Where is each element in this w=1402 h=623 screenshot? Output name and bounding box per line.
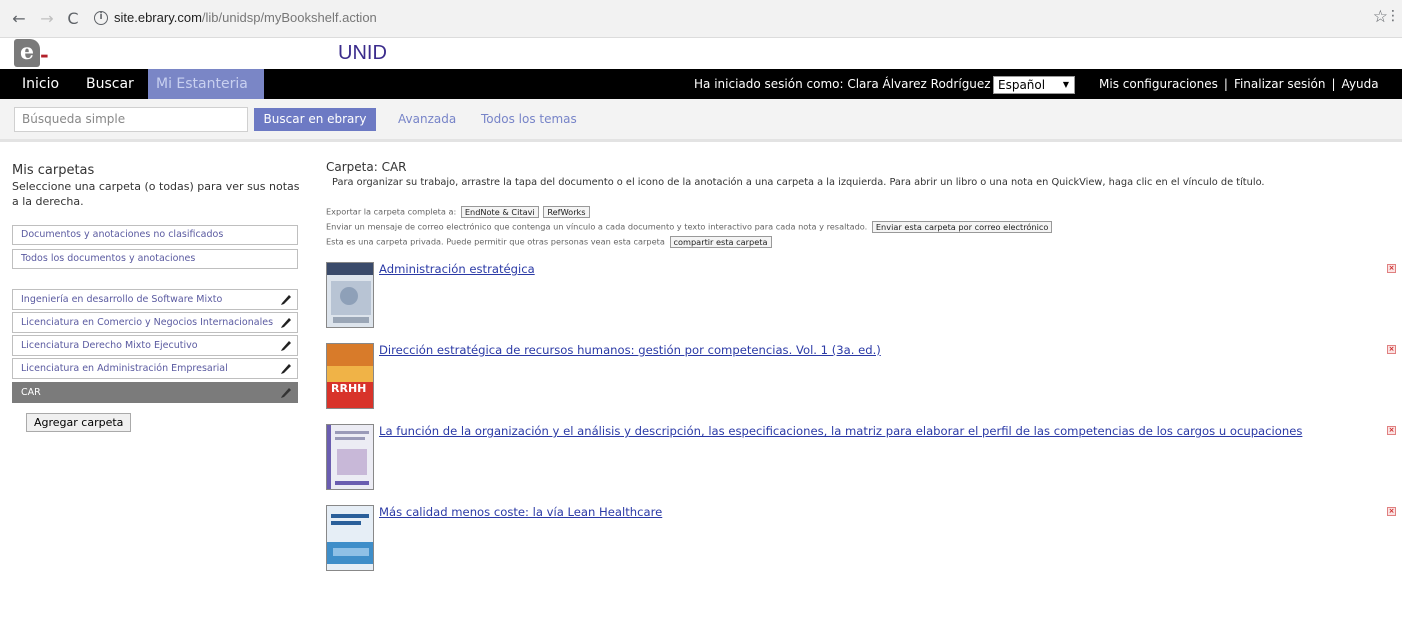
address-bar[interactable]: i site.ebrary.com/lib/unidsp/myBookshelf… [88,7,1388,31]
site-header: e -libro UNID [0,38,1402,92]
email-folder-button[interactable]: Enviar esta carpeta por correo electróni… [871,221,1053,233]
forward-arrow-icon[interactable]: → [38,9,56,29]
search-input[interactable]: Búsqueda simple [14,107,248,132]
back-arrow-icon[interactable]: ← [10,9,28,29]
sidebar-description: Seleccione una carpeta (o todas) para ve… [12,180,300,208]
logged-in-as: Ha iniciado sesión como: Clara Álvarez R… [694,77,991,91]
folder-title: Carpeta: CAR [326,160,407,174]
language-value: Español [998,78,1046,92]
folder-label: Licenciatura en Comercio y Negocios Inte… [21,317,274,328]
delete-icon[interactable]: × [1387,507,1396,516]
tab-buscar[interactable]: Buscar [78,69,142,99]
share-folder-button[interactable]: compartir esta carpeta [669,236,772,248]
dropdown-arrow-icon: ▼ [1062,80,1069,89]
private-text: Esta es una carpeta privada. Puede permi… [326,236,665,247]
logout-link[interactable]: Finalizar sesión [1234,77,1326,91]
advanced-search-link[interactable]: Avanzada [398,108,456,131]
document-title-link[interactable]: Administración estratégica [379,262,535,276]
pencil-icon[interactable] [279,385,293,399]
url-host: site.ebrary.com [114,10,202,25]
language-select[interactable]: Español ▼ [993,76,1075,94]
main-nav: Inicio Buscar Mi Estanteria Ha iniciado … [0,69,1402,99]
elibro-logo[interactable]: e -libro [14,39,96,92]
email-text: Enviar un mensaje de correo electrónico … [326,221,868,232]
export-text: Exportar la carpeta completa a: [326,206,457,217]
pencil-icon[interactable] [279,292,293,306]
folder-unclassified[interactable]: Documentos y anotaciones no clasificados [12,225,298,245]
document-item: Más calidad menos coste: la vía Lean Hea… [326,505,1396,575]
sidebar-title: Mis carpetas [12,163,95,178]
url-path: /lib/unidsp/myBookshelf.action [201,10,377,25]
account-links: Mis configuraciones | Finalizar sesión | Ayu… [1099,69,1379,99]
folder-label: Licenciatura en Administración Empresari… [21,363,228,374]
folder-all-documents[interactable]: Todos los documentos y anotaciones [12,249,298,269]
folder-label: Licenciatura Derecho Mixto Ejecutivo [21,340,198,351]
search-button[interactable]: Buscar en ebrary [254,108,376,131]
book-cover[interactable] [326,262,374,328]
cover-label: RRHH [331,382,366,395]
logo-letter: e [14,39,40,67]
book-cover[interactable]: RRHH [326,343,374,409]
document-title-link[interactable]: La función de la organización y el análi… [379,424,1302,438]
delete-icon[interactable]: × [1387,345,1396,354]
export-refworks-button[interactable]: RefWorks [543,206,590,218]
folder-item[interactable]: Licenciatura en Administración Empresari… [12,358,298,379]
reload-icon[interactable]: C [64,9,82,29]
add-folder-button[interactable]: Agregar carpeta [26,413,132,432]
folder-item[interactable]: Licenciatura Derecho Mixto Ejecutivo [12,335,298,356]
book-cover[interactable] [326,424,374,490]
export-endnote-button[interactable]: EndNote & Citavi [460,206,539,218]
folder-item-selected[interactable]: CAR [12,382,298,403]
pencil-icon[interactable] [279,361,293,375]
document-title-link[interactable]: Más calidad menos coste: la vía Lean Hea… [379,505,662,519]
settings-link[interactable]: Mis configuraciones [1099,77,1218,91]
all-topics-link[interactable]: Todos los temas [481,108,577,131]
book-cover[interactable] [326,505,374,571]
tab-mi-estanteria[interactable]: Mi Estanteria [148,69,264,99]
export-line: Exportar la carpeta completa a: EndNote … [326,206,590,218]
separator: | [1223,77,1228,91]
document-item: La función de la organización y el análi… [326,424,1396,494]
tab-inicio[interactable]: Inicio [14,69,67,99]
folder-label: CAR [21,387,41,398]
folder-instructions: Para organizar su trabajo, arrastre la t… [332,177,1265,188]
info-icon[interactable]: i [94,11,108,25]
url-text[interactable]: site.ebrary.com/lib/unidsp/myBookshelf.a… [114,10,377,25]
document-title-link[interactable]: Dirección estratégica de recursos humano… [379,343,881,357]
delete-icon[interactable]: × [1387,426,1396,435]
pencil-icon[interactable] [279,315,293,329]
delete-icon[interactable]: × [1387,264,1396,273]
folder-label: Ingeniería en desarrollo de Software Mix… [21,294,223,305]
share-line: Esta es una carpeta privada. Puede permi… [326,236,772,248]
pencil-icon[interactable] [279,338,293,352]
folder-item[interactable]: Licenciatura en Comercio y Negocios Inte… [12,312,298,333]
browser-menu-icon[interactable]: ⋮ [1386,8,1400,24]
email-line: Enviar un mensaje de correo electrónico … [326,221,1053,233]
browser-toolbar: ← → C i site.ebrary.com/lib/unidsp/myBoo… [0,0,1402,38]
search-bar: Búsqueda simple Buscar en ebrary Avanzad… [0,99,1402,142]
institution-name: UNID [338,42,387,64]
help-link[interactable]: Ayuda [1342,77,1379,91]
document-item: RRHH Dirección estratégica de recursos h… [326,343,1396,413]
document-item: Administración estratégica × [326,262,1396,332]
separator: | [1331,77,1336,91]
folder-item[interactable]: Ingeniería en desarrollo de Software Mix… [12,289,298,310]
